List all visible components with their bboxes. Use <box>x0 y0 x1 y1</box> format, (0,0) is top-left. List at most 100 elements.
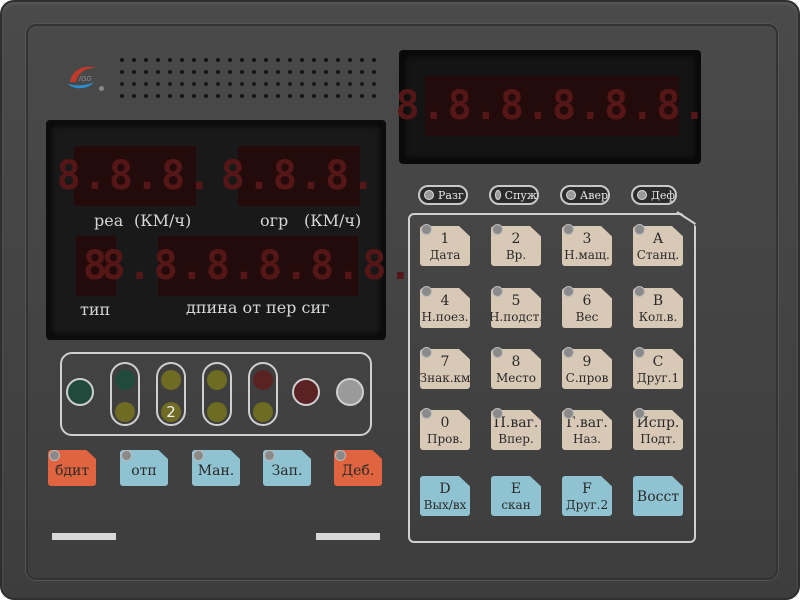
key-led <box>421 224 432 235</box>
speaker-hole <box>252 82 256 86</box>
speaker-hole <box>144 70 148 74</box>
key-bottom-label: Знак.км <box>419 371 471 385</box>
speaker-hole <box>180 82 184 86</box>
key-bottom-label: Место <box>496 371 536 385</box>
speaker-hole <box>300 58 304 62</box>
key-led <box>492 347 503 358</box>
label-real-unit: (КМ/ч) <box>134 211 192 230</box>
speaker-hole <box>336 70 340 74</box>
speaker-hole <box>312 58 316 62</box>
speaker-hole <box>156 58 160 62</box>
lamp-green-yellow <box>110 362 140 426</box>
speaker-hole <box>276 82 280 86</box>
speaker-hole <box>264 70 268 74</box>
speaker-hole <box>192 58 196 62</box>
speaker-hole <box>360 70 364 74</box>
label-limit-unit: (КМ/ч) <box>304 211 362 230</box>
key-bottom-label: Друг.1 <box>636 371 680 385</box>
status-aver: Авер <box>560 185 610 205</box>
key-top-label: Восст <box>636 489 680 505</box>
key-bottom-label: Н.поез. <box>421 310 469 324</box>
speaker-hole <box>288 82 292 86</box>
speaker-hole <box>180 58 184 62</box>
speaker-hole <box>228 94 232 98</box>
key-bottom-label: Пров. <box>427 432 463 446</box>
key-led <box>492 408 503 419</box>
speaker-hole <box>144 94 148 98</box>
speaker-hole <box>336 82 340 86</box>
speaker-hole <box>204 70 208 74</box>
speaker-hole <box>216 94 220 98</box>
status-label: Деф <box>650 188 675 202</box>
left-indicator-bar <box>52 533 116 540</box>
key-19[interactable]: F Друг.2 <box>562 476 612 516</box>
key-top-label: 6 <box>582 293 592 309</box>
lamp-red-yellow <box>248 362 278 426</box>
speaker-hole <box>324 58 328 62</box>
speaker-hole <box>216 58 220 62</box>
main-display: 8.8.8. 8.8.8. реа (КМ/ч) огр (КМ/ч) 8 8.… <box>46 120 413 340</box>
speaker-hole <box>180 70 184 74</box>
button-led <box>335 450 346 461</box>
key-17[interactable]: D Вых/вх <box>420 476 470 516</box>
key-top-label: 9 <box>582 354 592 370</box>
status-label: Спуж <box>504 188 537 202</box>
speaker-hole <box>132 58 136 62</box>
speaker-hole <box>336 58 340 62</box>
speaker-hole <box>300 70 304 74</box>
speaker-hole <box>240 70 244 74</box>
speaker-hole <box>348 70 352 74</box>
key-top-label: 7 <box>440 354 450 370</box>
key-bottom-label: Дата <box>429 248 461 262</box>
speaker-hole <box>120 82 124 86</box>
speaker-hole <box>168 82 172 86</box>
key-top-label: A <box>652 231 664 247</box>
key-led <box>634 286 645 297</box>
speaker-hole <box>264 94 268 98</box>
speaker-hole <box>132 70 136 74</box>
key-bottom-label: Вр. <box>505 248 527 262</box>
speaker-hole <box>120 70 124 74</box>
key-led <box>563 347 574 358</box>
key-led <box>421 408 432 419</box>
speaker-hole <box>132 82 136 86</box>
device-panel: IGG 8.8.8. 8.8.8. реа (КМ/ч) огр (КМ/ч) … <box>0 0 800 600</box>
speaker-hole <box>168 70 172 74</box>
speaker-hole <box>360 94 364 98</box>
key-top-label: C <box>652 354 664 370</box>
speaker-hole <box>276 58 280 62</box>
speaker-hole <box>252 94 256 98</box>
speaker-hole <box>276 94 280 98</box>
lamp-yellow-light <box>115 402 135 422</box>
lamp-yellow-light <box>207 370 227 390</box>
key-bottom-label: Вес <box>575 310 599 324</box>
key-top-label: E <box>510 481 522 497</box>
speaker-hole <box>192 94 196 98</box>
speaker-hole <box>216 70 220 74</box>
speaker-hole <box>324 70 328 74</box>
key-bottom-label: Станц. <box>636 248 680 262</box>
lamp-green <box>66 378 94 406</box>
top-display-digits: 8.8.8.8.8.8. <box>396 76 707 136</box>
key-top-label: 2 <box>511 231 521 247</box>
speaker-hole <box>240 58 244 62</box>
key-18[interactable]: Eскан <box>491 476 541 516</box>
label-real: реа <box>94 211 124 230</box>
speaker-hole <box>168 94 172 98</box>
speaker-hole <box>372 70 376 74</box>
key-bottom-label: Вых/вх <box>423 498 467 512</box>
lamp-yellow-light <box>161 370 181 390</box>
lamp-yellow-light <box>207 402 227 422</box>
signal-panel: 2 <box>60 352 372 436</box>
right-indicator-bar <box>316 533 380 540</box>
speaker-hole <box>192 82 196 86</box>
real-speed-display: 8.8.8. <box>57 146 211 206</box>
speaker-hole <box>216 82 220 86</box>
key-bottom-label: Наз. <box>573 432 601 446</box>
status-spuzh: Спуж <box>489 185 539 205</box>
key-20[interactable]: Восст <box>633 476 683 516</box>
speaker-hole <box>132 94 136 98</box>
key-top-label: 4 <box>440 293 450 309</box>
speaker-hole <box>360 58 364 62</box>
speaker-hole <box>252 58 256 62</box>
